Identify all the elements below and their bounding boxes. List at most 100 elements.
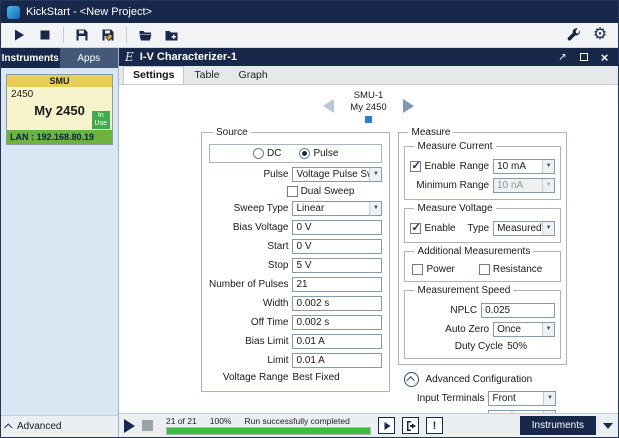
- checkbox-icon: [410, 223, 421, 234]
- tools-button[interactable]: [563, 25, 585, 46]
- in-use-badge: In Use: [92, 111, 110, 129]
- measure-voltage-enable-checkbox[interactable]: Enable: [410, 223, 455, 234]
- voltage-range-label: Voltage Range: [209, 372, 288, 383]
- progress-bar: [166, 427, 371, 435]
- pulse-select[interactable]: Voltage Pulse Sweep ▼: [292, 167, 382, 182]
- prev-device-button[interactable]: [323, 99, 334, 113]
- abort-button[interactable]: [34, 25, 56, 46]
- checkbox-icon: [479, 264, 490, 275]
- voltage-range-value: Best Fixed: [292, 372, 382, 383]
- device-info: SMU-1 My 2450: [350, 90, 386, 123]
- kickstart-window: KickStart - <New Project> ⚙: [0, 0, 619, 438]
- new-project-button[interactable]: [160, 25, 182, 46]
- tab-apps[interactable]: Apps: [60, 48, 119, 68]
- input-terminals-select[interactable]: Front ▼: [488, 391, 556, 406]
- stop-icon: [38, 28, 52, 42]
- settings-button[interactable]: ⚙: [589, 25, 611, 46]
- titlebar: KickStart - <New Project>: [1, 1, 618, 23]
- popout-icon[interactable]: ↗: [555, 50, 570, 64]
- bias-voltage-input[interactable]: [292, 220, 382, 235]
- minimum-range-label: Minimum Range: [416, 180, 489, 191]
- sense-select[interactable]: 2-Wire ▼: [488, 410, 556, 413]
- measure-group: Measure Measure Current Enable Range: [398, 127, 567, 365]
- kickstart-app-icon: [7, 6, 20, 19]
- limit-input[interactable]: [292, 353, 382, 368]
- advanced-toggle[interactable]: Advanced: [1, 415, 118, 437]
- collapse-advanced-button[interactable]: [404, 372, 419, 387]
- source-group: Source DC Pulse Pul: [201, 127, 390, 392]
- pulse-radio[interactable]: Pulse: [299, 148, 338, 159]
- device-indicator[interactable]: [365, 116, 372, 123]
- tab-table[interactable]: Table: [185, 67, 228, 84]
- pulse-label: Pulse: [209, 169, 288, 180]
- measure-current-enable-checkbox[interactable]: Enable: [410, 161, 455, 172]
- stop-test-button[interactable]: [142, 420, 153, 431]
- bias-limit-label: Bias Limit: [209, 336, 288, 347]
- panel-title: I-V Characterizer-1: [140, 51, 237, 63]
- radio-icon: [253, 148, 264, 159]
- run-test-button[interactable]: [124, 419, 135, 433]
- advanced-configuration: Advanced Configuration Input Terminals F…: [398, 372, 556, 413]
- dual-sweep-checkbox[interactable]: Dual Sweep: [287, 186, 355, 197]
- collapse-panel-handle[interactable]: [603, 423, 613, 429]
- maximize-icon[interactable]: [576, 50, 591, 64]
- iv-characterizer-panel: E I-V Characterizer-1 ↗ × Settings Table…: [119, 48, 618, 437]
- next-device-button[interactable]: [403, 99, 414, 113]
- sweep-type-select[interactable]: Linear ▼: [292, 201, 382, 216]
- run-panel-button[interactable]: [378, 417, 395, 434]
- tab-instruments[interactable]: Instruments: [1, 48, 60, 68]
- type-label: Type: [467, 223, 489, 234]
- save-as-button[interactable]: [97, 25, 119, 46]
- tab-graph[interactable]: Graph: [230, 67, 277, 84]
- radio-icon: [299, 148, 310, 159]
- power-checkbox[interactable]: Power: [412, 264, 454, 275]
- progress-area: 21 of 21 100% Run successfully completed: [166, 416, 371, 435]
- instruments-button[interactable]: Instruments: [520, 416, 596, 435]
- measurement-speed-legend: Measurement Speed: [414, 285, 513, 296]
- run-button[interactable]: [8, 25, 30, 46]
- auto-zero-label: Auto Zero: [445, 324, 489, 335]
- source-legend: Source: [213, 127, 251, 138]
- alerts-button[interactable]: !: [426, 417, 443, 434]
- current-range-select[interactable]: 10 mA ▼: [493, 159, 555, 174]
- chevron-up-icon: [406, 376, 414, 384]
- input-terminals-label: Input Terminals: [398, 393, 484, 404]
- export-data-button[interactable]: [402, 417, 419, 434]
- open-folder-icon: [138, 28, 153, 42]
- off-time-input[interactable]: [292, 315, 382, 330]
- open-project-button[interactable]: [134, 25, 156, 46]
- measure-legend: Measure: [408, 127, 453, 138]
- wrench-icon: [567, 28, 582, 43]
- auto-zero-select[interactable]: Once ▼: [493, 322, 555, 337]
- run-statusbar: 21 of 21 100% Run successfully completed…: [119, 413, 618, 437]
- checkbox-icon: [410, 161, 421, 172]
- duty-cycle-value: 50%: [507, 341, 527, 352]
- measure-current-legend: Measure Current: [414, 141, 495, 152]
- chevron-down-icon: ▼: [369, 202, 381, 215]
- save-button[interactable]: [71, 25, 93, 46]
- close-icon[interactable]: ×: [597, 50, 612, 64]
- tab-settings[interactable]: Settings: [123, 66, 184, 84]
- sidebar: Instruments Apps SMU 2450 My 2450 In Use…: [1, 48, 119, 437]
- device-nav: SMU-1 My 2450: [119, 90, 618, 123]
- bias-limit-input[interactable]: [292, 334, 382, 349]
- resistance-checkbox[interactable]: Resistance: [479, 264, 542, 275]
- save-icon: [75, 28, 89, 42]
- instrument-card[interactable]: SMU 2450 My 2450 In Use LAN : 192.168.80…: [6, 74, 113, 145]
- width-input[interactable]: [292, 296, 382, 311]
- toolbar-separator: [126, 27, 127, 43]
- number-of-pulses-label: Number of Pulses: [209, 279, 288, 290]
- status-message: Run successfully completed: [244, 416, 349, 426]
- start-input[interactable]: [292, 239, 382, 254]
- nplc-input[interactable]: [481, 303, 555, 318]
- number-of-pulses-input[interactable]: [292, 277, 382, 292]
- sidebar-tabs: Instruments Apps: [1, 48, 118, 68]
- additional-measurements-group: Additional Measurements Power Resistance: [404, 246, 561, 282]
- voltage-type-select[interactable]: Measured ▼: [493, 221, 555, 236]
- source-mode-group: DC Pulse: [209, 144, 382, 163]
- nplc-label: NPLC: [450, 305, 477, 316]
- checkbox-icon: [412, 264, 423, 275]
- dc-radio[interactable]: DC: [253, 148, 281, 159]
- off-time-label: Off Time: [209, 317, 288, 328]
- stop-input[interactable]: [292, 258, 382, 273]
